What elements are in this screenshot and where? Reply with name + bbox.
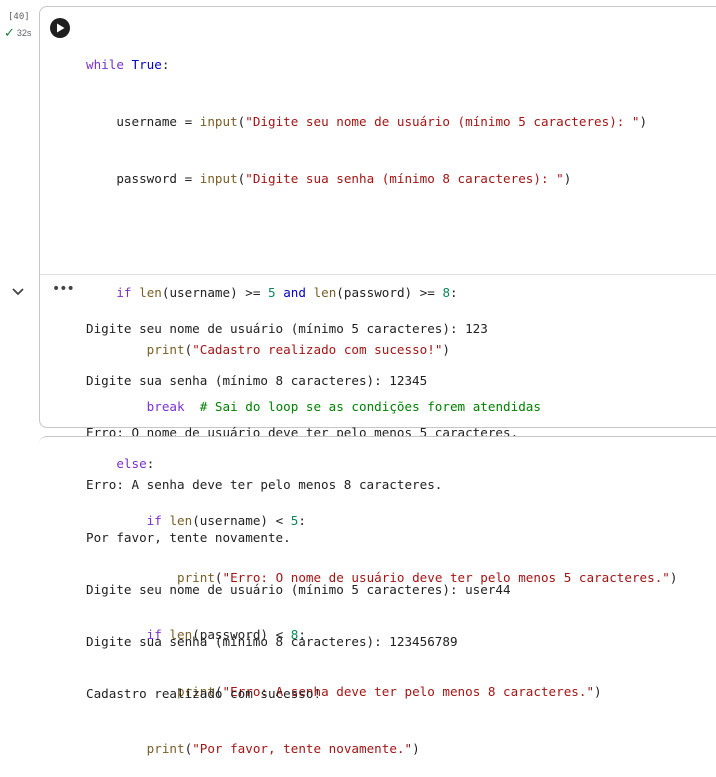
code-token: "Digite sua senha (mínimo 8 caracteres):… xyxy=(245,171,564,186)
code-token: ) xyxy=(563,171,572,186)
code-line: username = input("Digite seu nome de usu… xyxy=(86,112,677,131)
cell-gutter: [40] ✓ 32s xyxy=(0,0,40,442)
checkmark-icon: ✓ xyxy=(4,25,15,40)
output-line: Erro: A senha deve ter pelo menos 8 cara… xyxy=(86,477,443,493)
code-token: ) xyxy=(639,114,648,129)
run-cell-button[interactable] xyxy=(50,18,70,38)
more-horizontal-icon: ••• xyxy=(52,281,75,297)
output-line: Digite sua senha (mínimo 8 caracteres): … xyxy=(86,634,458,650)
output-divider xyxy=(40,274,716,275)
code-line: print("Por favor, tente novamente.") xyxy=(86,739,677,758)
code-token: ) xyxy=(669,570,678,585)
code-token: username = xyxy=(86,114,200,129)
code-token: ( xyxy=(184,741,193,756)
code-token: ) xyxy=(412,741,420,756)
output-line: Digite seu nome de usuário (mínimo 5 car… xyxy=(86,320,488,336)
cell-output: Digite seu nome de usuário (mínimo 5 car… xyxy=(86,285,518,720)
output-menu-button[interactable]: ••• xyxy=(52,282,75,298)
collapse-output-button[interactable] xyxy=(10,284,26,300)
execution-count: [40] xyxy=(8,12,30,22)
code-token: password = xyxy=(86,171,200,186)
code-token: input xyxy=(199,171,238,186)
output-line: Digite sua senha (mínimo 8 caracteres): … xyxy=(86,373,428,389)
output-line: Cadastro realizado com sucesso! xyxy=(86,686,322,702)
code-token: True xyxy=(131,57,162,72)
code-token: ) xyxy=(594,684,602,699)
chevron-down-icon xyxy=(12,288,24,296)
code-line: while True: xyxy=(86,55,677,74)
code-token: "Por favor, tente novamente." xyxy=(192,741,413,756)
code-token: input xyxy=(199,114,238,129)
execution-status: ✓ 32s xyxy=(4,25,32,40)
code-line: password = input("Digite sua senha (míni… xyxy=(86,169,677,188)
code-token: : xyxy=(161,57,170,72)
code-token: while xyxy=(86,57,124,72)
output-line: Por favor, tente novamente. xyxy=(86,529,291,545)
execution-duration: 32s xyxy=(16,28,32,38)
code-token: "Digite seu nome de usuário (mínimo 5 ca… xyxy=(245,114,640,129)
code-token: print xyxy=(146,741,185,756)
output-line: Digite seu nome de usuário (mínimo 5 car… xyxy=(86,581,511,597)
play-icon xyxy=(56,23,64,33)
